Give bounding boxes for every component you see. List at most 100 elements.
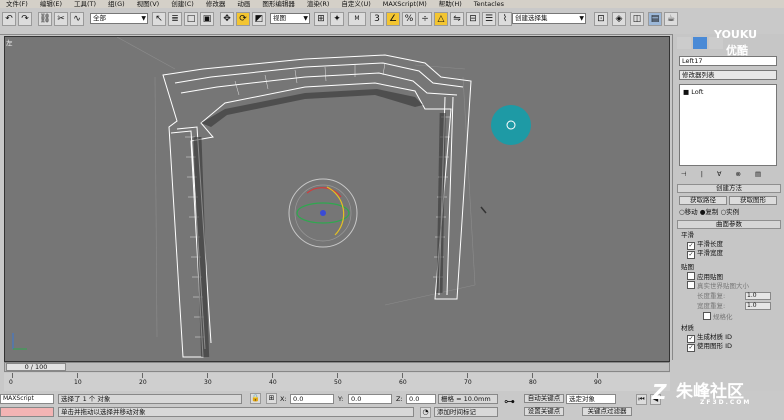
select-object-icon[interactable]: ↖	[152, 12, 166, 26]
menu-item-11[interactable]: MAXScript(M)	[377, 0, 433, 8]
snaps-toggle-icon[interactable]: 3	[370, 12, 384, 26]
menu-item-0[interactable]: 文件(F)	[0, 0, 34, 8]
key-filters-button[interactable]: 关键点过滤器	[582, 407, 632, 416]
menu-bar: 文件(F) 编辑(E) 工具(T) 组(G) 视图(V) 创建(C) 修改器 动画 图形编辑器渲…	[0, 0, 784, 8]
add-time-tag[interactable]: 添加时间标记	[434, 407, 498, 417]
undo-icon[interactable]: ↶	[2, 12, 16, 26]
stack-tools[interactable]: ⊣ | ∀ ⊗ ▤	[681, 170, 767, 178]
tick-label: 70	[464, 379, 472, 386]
loft-arch-wireframe	[162, 54, 472, 358]
tick-mark	[532, 373, 533, 378]
selection-filter-select[interactable]: 全部	[90, 13, 148, 24]
tick-label: 30	[204, 379, 212, 386]
z-coordinate-field[interactable]: 0.0	[406, 394, 436, 404]
rotate-gizmo	[288, 178, 358, 248]
normalize-checkbox[interactable]: 规格化	[703, 312, 733, 321]
edit-named-selection-icon[interactable]: △	[434, 12, 448, 26]
menu-item-2[interactable]: 工具(T)	[68, 0, 102, 8]
menu-item-5[interactable]: 创建(C)	[165, 0, 200, 8]
redo-icon[interactable]: ↷	[18, 12, 32, 26]
viewport-label[interactable]: 左	[6, 37, 13, 47]
menu-item-4[interactable]: 视图(V)	[131, 0, 166, 8]
get-shape-button[interactable]: 获取图形	[729, 196, 777, 205]
tick-mark	[77, 373, 78, 378]
named-selection-set-input[interactable]: 创建选择集	[512, 13, 586, 24]
window-crossing-icon[interactable]: ▣	[200, 12, 214, 26]
menu-item-3[interactable]: 组(G)	[102, 0, 131, 8]
lock-selection-icon[interactable]: 🔒	[250, 393, 261, 404]
creation-method-rollout[interactable]: 创建方法	[677, 184, 781, 193]
create-tab-icon[interactable]	[677, 37, 691, 49]
goto-start-icon[interactable]: ⏮	[636, 394, 647, 405]
use-shape-ids-checkbox[interactable]: ✓ 使用图形 ID	[687, 342, 732, 352]
layer-manager-icon[interactable]: ☰	[482, 12, 496, 26]
maxscript-listener[interactable]: MAXScript	[0, 394, 54, 404]
material-editor-icon[interactable]: ◈	[612, 12, 626, 26]
surface-params-rollout[interactable]: 曲面参数	[677, 220, 781, 229]
real-world-map-checkbox[interactable]: 真实世界贴图大小	[687, 281, 749, 290]
length-repeat-spinner[interactable]: 1.0	[745, 292, 771, 300]
set-key-button[interactable]: 设置关键点	[524, 407, 564, 416]
maxscript-icon[interactable]: M	[348, 12, 366, 26]
percent-snap-icon[interactable]: %	[402, 12, 416, 26]
schematic-view-icon[interactable]: ⊡	[594, 12, 608, 26]
mirror-icon[interactable]: ⇋	[450, 12, 464, 26]
auto-key-button[interactable]: 自动关键点	[524, 394, 564, 403]
menu-item-10[interactable]: 自定义(U)	[335, 0, 376, 8]
key-filter-select[interactable]: 选定对象	[566, 394, 616, 404]
menu-item-7[interactable]: 动画	[231, 0, 256, 8]
rect-selection-icon[interactable]: □	[184, 12, 198, 26]
key-mode-icon[interactable]: ⊶	[504, 396, 515, 407]
modifier-stack[interactable]: ■ Loft	[679, 84, 777, 166]
modifier-list-select[interactable]: 修改器列表	[679, 70, 777, 80]
menu-item-6[interactable]: 修改器	[200, 0, 232, 8]
track-bar[interactable]: 0 10 20 30 40 50 60 70 80 90	[4, 373, 670, 392]
time-slider-track[interactable]	[4, 362, 670, 372]
menu-item-1[interactable]: 编辑(E)	[34, 0, 68, 8]
render-frame-icon[interactable]: ▤	[648, 12, 662, 26]
x-coordinate-field[interactable]: 0.0	[290, 394, 334, 404]
y-coordinate-field[interactable]: 0.0	[348, 394, 392, 404]
zf3d-logo-icon: Z	[652, 380, 667, 404]
angle-snap-icon[interactable]: ∠	[386, 12, 400, 26]
quick-render-icon[interactable]: ☕	[664, 12, 678, 26]
select-by-name-icon[interactable]: ≣	[168, 12, 182, 26]
tick-label: 80	[529, 379, 537, 386]
link-icon[interactable]: ⛓	[38, 12, 52, 26]
width-repeat-spinner[interactable]: 1.0	[745, 302, 771, 310]
menu-item-13[interactable]: Tentacles	[468, 0, 510, 8]
cursor-highlight-icon	[491, 105, 531, 145]
absolute-mode-icon[interactable]: ⊞	[266, 393, 277, 404]
pivot-center-icon[interactable]: ⊞	[314, 12, 328, 26]
reference-coordinate-select[interactable]: 视图	[270, 13, 310, 24]
length-repeat-label: 长度重复:	[697, 292, 726, 300]
bind-spacewarp-icon[interactable]: ∿	[70, 12, 84, 26]
modify-tab-icon[interactable]	[693, 37, 707, 49]
unlink-icon[interactable]: ✂	[54, 12, 68, 26]
curve-editor-icon[interactable]: ⌇	[498, 12, 512, 26]
stack-item-loft[interactable]: ■ Loft	[683, 88, 703, 96]
menu-item-9[interactable]: 渲染(R)	[301, 0, 336, 8]
spinner-snap-icon[interactable]: ÷	[418, 12, 432, 26]
move-copy-instance-radios[interactable]: ○移动 ●复制 ○实例	[679, 208, 739, 216]
main-toolbar: ↶ ↷ ⛓ ✂ ∿ 全部 ↖ ≣ □ ▣ ✥ ⟳ ◩ 视图 ⊞ ✦ M 3 ∠ …	[0, 8, 784, 35]
menu-item-12[interactable]: 帮助(H)	[433, 0, 468, 8]
time-slider-thumb[interactable]: 0 / 100	[6, 363, 66, 371]
time-tag-icon[interactable]: ◔	[420, 407, 431, 418]
tick-label: 50	[334, 379, 342, 386]
select-move-icon[interactable]: ✥	[220, 12, 234, 26]
track-ticks: 0 10 20 30 40 50 60 70 80 90	[4, 373, 670, 391]
smoothing-group-label: 平滑	[681, 231, 694, 239]
apply-mapping-checkbox[interactable]: 应用贴图	[687, 272, 723, 281]
render-setup-icon[interactable]: ◫	[630, 12, 644, 26]
smooth-width-checkbox[interactable]: ✓ 平滑宽度	[687, 249, 723, 259]
manipulate-icon[interactable]: ✦	[330, 12, 344, 26]
align-icon[interactable]: ⊟	[466, 12, 480, 26]
get-path-button[interactable]: 获取路径	[679, 196, 727, 205]
tick-mark	[272, 373, 273, 378]
left-viewport[interactable]	[4, 36, 670, 362]
select-rotate-icon[interactable]: ⟳	[236, 12, 250, 26]
maxscript-mini-listener[interactable]	[0, 407, 54, 417]
menu-item-8[interactable]: 图形编辑器	[256, 0, 301, 8]
select-scale-icon[interactable]: ◩	[252, 12, 266, 26]
